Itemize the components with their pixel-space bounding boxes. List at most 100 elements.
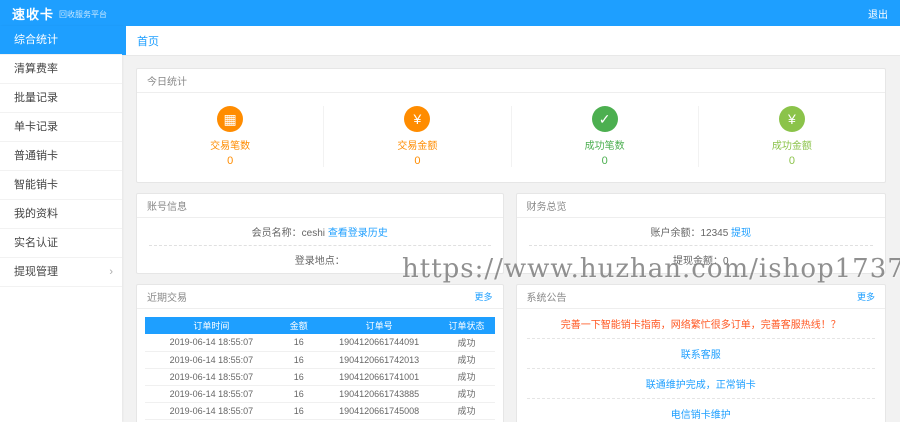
list-item[interactable]: 完善一下智能销卡指南，网络繁忙很多订单，完善客服热线！？ bbox=[527, 309, 876, 339]
cell-amount: 16 bbox=[278, 334, 320, 351]
cell-time: 2019-06-14 18:55:07 bbox=[145, 351, 278, 368]
cell-amount: 16 bbox=[278, 351, 320, 368]
account-info-card: 账号信息 会员名称：ceshi 查看登录历史 登录地点： bbox=[136, 193, 504, 274]
finance-body: 账户余额：12345 提现 提现金额：0 bbox=[517, 218, 886, 273]
sidebar-item-stats[interactable]: 综合统计 bbox=[0, 26, 122, 55]
finance-card: 财务总览 账户余额：12345 提现 提现金额：0 bbox=[516, 193, 887, 274]
sidebar-item-label: 普通销卡 bbox=[14, 150, 58, 162]
brand-subtitle: 回收服务平台 bbox=[59, 9, 107, 20]
cell-order-no: 1904120661741001 bbox=[320, 368, 439, 385]
main-area: 首页 今日统计 ▦ 交易笔数 0 ¥ 交易金额 0 bbox=[122, 26, 900, 422]
stat-value: 0 bbox=[324, 155, 510, 167]
col-order-status: 订单状态 bbox=[439, 317, 495, 334]
sidebar-item-realname[interactable]: 实名认证 bbox=[0, 229, 122, 258]
announcements-more-link[interactable]: 更多 bbox=[857, 290, 875, 303]
sidebar-item-label: 智能销卡 bbox=[14, 179, 58, 191]
sidebar-item-withdraw[interactable]: 提现管理 › bbox=[0, 258, 122, 287]
cell-order-no: 1904120661745008 bbox=[320, 402, 439, 419]
sidebar-item-label: 提现管理 bbox=[14, 266, 58, 278]
sidebar-item-label: 实名认证 bbox=[14, 237, 58, 249]
cell-amount: 16 bbox=[278, 385, 320, 402]
stat-trade-amount: ¥ 交易金额 0 bbox=[324, 106, 511, 167]
col-amount: 金额 bbox=[278, 317, 320, 334]
list-item[interactable]: 电信销卡维护 bbox=[527, 399, 876, 422]
announcements-list: 完善一下智能销卡指南，网络繁忙很多订单，完善客服热线！？ 联系客服 联通维护完成… bbox=[517, 309, 886, 422]
sidebar-item-rates[interactable]: 清算费率 bbox=[0, 55, 122, 84]
chevron-right-icon: › bbox=[109, 258, 113, 287]
table-row[interactable]: 2019-06-14 18:55:07 16 1904120661745008 … bbox=[145, 402, 495, 419]
logout-button[interactable]: 退出 bbox=[868, 6, 888, 21]
today-stats-body: ▦ 交易笔数 0 ¥ 交易金额 0 ✓ 成功笔数 0 bbox=[137, 93, 885, 182]
stat-label: 成功笔数 bbox=[512, 137, 698, 152]
sidebar-item-label: 批量记录 bbox=[14, 92, 58, 104]
bottom-row: 近期交易 更多 订单时间 金额 订单号 订单状态 bbox=[136, 284, 886, 422]
cell-order-no: 1904120661743885 bbox=[320, 385, 439, 402]
account-info-body: 会员名称：ceshi 查看登录历史 登录地点： bbox=[137, 218, 503, 273]
transactions-header: 近期交易 更多 bbox=[137, 285, 503, 309]
list-item[interactable]: 联通维护完成，正常销卡 bbox=[527, 369, 876, 399]
cell-status: 成功 bbox=[439, 334, 495, 351]
sidebar-item-label: 单卡记录 bbox=[14, 121, 58, 133]
login-location-line: 登录地点： bbox=[149, 246, 491, 273]
card-title: 账号信息 bbox=[147, 198, 187, 213]
stat-value: 0 bbox=[699, 155, 885, 167]
finance-header: 财务总览 bbox=[517, 194, 886, 218]
announcements-card: 系统公告 更多 完善一下智能销卡指南，网络繁忙很多订单，完善客服热线！？ 联系客… bbox=[516, 284, 887, 422]
balance-label: 账户余额：12345 bbox=[650, 228, 728, 239]
sidebar-item-batch-records[interactable]: 批量记录 bbox=[0, 84, 122, 113]
transactions-more-link[interactable]: 更多 bbox=[474, 290, 492, 303]
cell-order-no: 1904120661744091 bbox=[320, 334, 439, 351]
top-bar: 速收卡 回收服务平台 退出 bbox=[0, 0, 900, 26]
grid-icon: ▦ bbox=[217, 106, 243, 132]
cell-status: 成功 bbox=[439, 351, 495, 368]
card-title: 财务总览 bbox=[527, 198, 567, 213]
main-layout: 综合统计 清算费率 批量记录 单卡记录 普通销卡 智能销卡 我的资料 实名认证 … bbox=[0, 26, 900, 422]
cell-time: 2019-06-14 18:55:07 bbox=[145, 385, 278, 402]
member-name-label: 会员名称：ceshi bbox=[252, 228, 325, 239]
balance-line: 账户余额：12345 提现 bbox=[529, 218, 874, 246]
sidebar-item-smart-sale[interactable]: 智能销卡 bbox=[0, 171, 122, 200]
cell-status: 成功 bbox=[439, 385, 495, 402]
announcements-header: 系统公告 更多 bbox=[517, 285, 886, 309]
today-stats-card: 今日统计 ▦ 交易笔数 0 ¥ 交易金额 0 ✓ 成功笔数 bbox=[136, 68, 886, 183]
tab-home[interactable]: 首页 bbox=[137, 33, 159, 49]
tab-active-indicator bbox=[122, 26, 126, 55]
sidebar: 综合统计 清算费率 批量记录 单卡记录 普通销卡 智能销卡 我的资料 实名认证 … bbox=[0, 26, 122, 422]
card-title: 今日统计 bbox=[147, 73, 187, 88]
card-title: 系统公告 bbox=[527, 289, 567, 304]
table-header-row: 订单时间 金额 订单号 订单状态 bbox=[145, 317, 495, 334]
sidebar-item-profile[interactable]: 我的资料 bbox=[0, 200, 122, 229]
cell-status: 成功 bbox=[439, 368, 495, 385]
yuan-icon: ¥ bbox=[779, 106, 805, 132]
cell-time: 2019-06-14 18:55:07 bbox=[145, 334, 278, 351]
list-item[interactable]: 联系客服 bbox=[527, 339, 876, 369]
col-order-no: 订单号 bbox=[320, 317, 439, 334]
sidebar-item-label: 我的资料 bbox=[14, 208, 58, 220]
table-row[interactable]: 2019-06-14 18:55:07 16 1904120661744091 … bbox=[145, 334, 495, 351]
stat-success-amount: ¥ 成功金额 0 bbox=[699, 106, 885, 167]
sidebar-item-label: 综合统计 bbox=[14, 34, 58, 46]
cell-amount: 16 bbox=[278, 368, 320, 385]
stat-label: 交易金额 bbox=[324, 137, 510, 152]
account-info-header: 账号信息 bbox=[137, 194, 503, 218]
sidebar-item-normal-sale[interactable]: 普通销卡 bbox=[0, 142, 122, 171]
recent-transactions-card: 近期交易 更多 订单时间 金额 订单号 订单状态 bbox=[136, 284, 504, 422]
dashboard-content: 今日统计 ▦ 交易笔数 0 ¥ 交易金额 0 ✓ 成功笔数 bbox=[122, 56, 900, 422]
brand-title: 速收卡 bbox=[12, 4, 54, 23]
stat-value: 0 bbox=[512, 155, 698, 167]
check-icon: ✓ bbox=[592, 106, 618, 132]
cell-amount: 16 bbox=[278, 402, 320, 419]
login-history-link[interactable]: 查看登录历史 bbox=[328, 228, 388, 239]
sidebar-item-card-records[interactable]: 单卡记录 bbox=[0, 113, 122, 142]
cell-status: 成功 bbox=[439, 402, 495, 419]
withdraw-link[interactable]: 提现 bbox=[731, 228, 751, 239]
table-row[interactable]: 2019-06-14 18:55:07 16 1904120661741001 … bbox=[145, 368, 495, 385]
cell-order-no: 1904120661742013 bbox=[320, 351, 439, 368]
transactions-table: 订单时间 金额 订单号 订单状态 2019-06-14 18:55:07 16 … bbox=[145, 317, 495, 420]
withdraw-amount-line: 提现金额：0 bbox=[529, 246, 874, 273]
stat-trade-count: ▦ 交易笔数 0 bbox=[137, 106, 324, 167]
sidebar-item-label: 清算费率 bbox=[14, 63, 58, 75]
table-row[interactable]: 2019-06-14 18:55:07 16 1904120661743885 … bbox=[145, 385, 495, 402]
table-row[interactable]: 2019-06-14 18:55:07 16 1904120661742013 … bbox=[145, 351, 495, 368]
stat-value: 0 bbox=[137, 155, 323, 167]
